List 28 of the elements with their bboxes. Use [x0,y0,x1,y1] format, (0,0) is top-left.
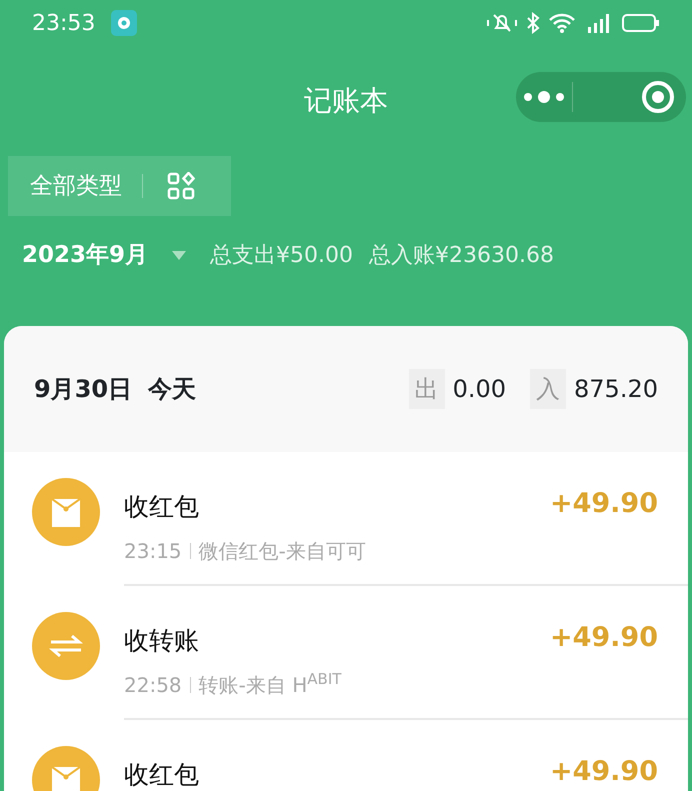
record-detail: 微信红包-来自可可 [198,538,366,564]
clock-time: 23:53 [32,10,96,38]
grid-icon[interactable] [167,172,195,200]
app-notification-icon [111,10,138,36]
income-tag: 入 [530,369,566,409]
day-date: 9月30日 [34,374,132,405]
record-time: 22:58 [124,672,182,698]
total-expense: 总支出¥50.00 [210,242,354,270]
record-detail: 转账-来自 H$^{ABIT}$ [198,670,342,698]
record-time: 23:15 [124,538,182,564]
page-title: 记账本 [304,83,388,119]
wifi-icon [548,12,576,34]
record-amount: +49.90 [550,621,658,655]
battery-icon [622,12,660,34]
mute-bell-icon [486,12,518,34]
total-income: 总入账¥23630.68 [369,242,554,270]
day-expense: 0.00 [452,374,506,405]
record-title: 收红包 [124,759,199,791]
day-relative: 今天 [148,374,196,405]
transfer-icon [49,634,83,658]
record-amount: +49.90 [550,755,658,789]
expense-tag: 出 [408,369,445,409]
month-selector[interactable]: 2023年9月 [22,238,148,272]
record-title: 收红包 [124,491,199,523]
record-amount: +49.90 [550,487,658,521]
bluetooth-icon [526,12,540,34]
day-income: 875.20 [574,374,658,405]
record-title: 收转账 [124,625,199,657]
